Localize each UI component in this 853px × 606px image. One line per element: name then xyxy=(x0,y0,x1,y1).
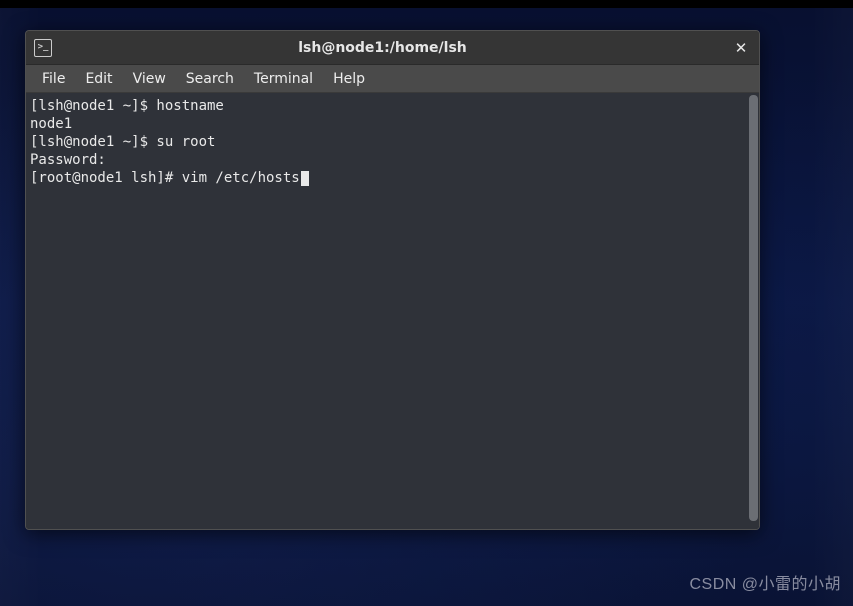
menu-terminal[interactable]: Terminal xyxy=(244,68,323,90)
watermark: CSDN @小雷的小胡 xyxy=(689,570,841,594)
menu-search[interactable]: Search xyxy=(176,68,244,90)
terminal-line: Password: xyxy=(30,151,743,169)
window-title: lsh@node1:/home/lsh xyxy=(34,40,731,56)
top-panel xyxy=(0,0,853,8)
scrollbar[interactable] xyxy=(747,93,759,529)
menu-view[interactable]: View xyxy=(123,68,176,90)
terminal-line: [lsh@node1 ~]$ su root xyxy=(30,133,743,151)
close-icon[interactable]: ✕ xyxy=(731,38,751,58)
terminal-line: [root@node1 lsh]# vim /etc/hosts xyxy=(30,169,743,187)
cursor-block xyxy=(301,171,309,186)
terminal-content[interactable]: [lsh@node1 ~]$ hostname node1 [lsh@node1… xyxy=(26,93,747,529)
window-titlebar[interactable]: lsh@node1:/home/lsh ✕ xyxy=(26,31,759,65)
menubar: File Edit View Search Terminal Help xyxy=(26,65,759,93)
terminal-line: node1 xyxy=(30,115,743,133)
terminal-icon xyxy=(34,39,52,57)
menu-file[interactable]: File xyxy=(32,68,75,90)
scrollbar-thumb[interactable] xyxy=(749,95,758,521)
menu-edit[interactable]: Edit xyxy=(75,68,122,90)
terminal-window: lsh@node1:/home/lsh ✕ File Edit View Sea… xyxy=(25,30,760,530)
terminal-line: [lsh@node1 ~]$ hostname xyxy=(30,97,743,115)
terminal-body[interactable]: [lsh@node1 ~]$ hostname node1 [lsh@node1… xyxy=(26,93,759,529)
menu-help[interactable]: Help xyxy=(323,68,375,90)
